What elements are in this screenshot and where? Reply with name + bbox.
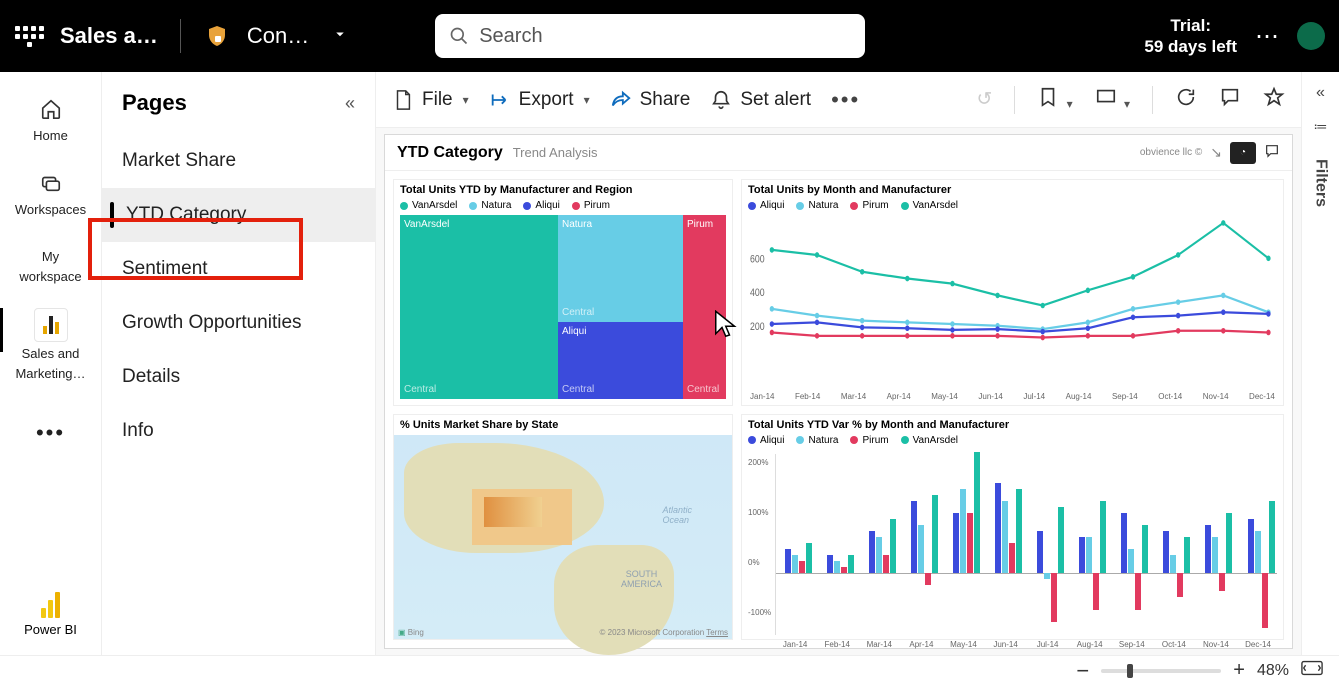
chevron-down-icon: ▾ <box>463 93 469 107</box>
collapse-pages-icon[interactable]: « <box>345 93 355 114</box>
tile-line-chart[interactable]: Total Units by Month and Manufacturer Al… <box>741 179 1284 406</box>
report-icon <box>34 308 68 342</box>
filters-label: Filters <box>1312 159 1330 207</box>
more-icon[interactable]: ⋯ <box>1255 22 1279 51</box>
powerbi-icon <box>41 592 60 618</box>
nav-active-app[interactable]: Sales and Marketing… <box>0 298 101 391</box>
bar-legend: Aliqui Natura Pirum VanArsdel <box>742 435 1283 450</box>
powerbi-label: Power BI <box>24 622 77 637</box>
line-title: Total Units by Month and Manufacturer <box>742 180 1283 200</box>
chevron-down-icon: ▾ <box>584 93 590 107</box>
svg-text:600: 600 <box>750 254 765 266</box>
logo-badge: ◔ <box>1230 142 1256 164</box>
report-title: YTD Category <box>397 144 503 161</box>
tile-map[interactable]: % Units Market Share by State Atlantic O… <box>393 414 733 641</box>
bar-title: Total Units YTD Var % by Month and Manuf… <box>742 415 1283 435</box>
app-launcher-icon[interactable] <box>14 21 44 51</box>
nav-home[interactable]: Home <box>0 84 101 154</box>
nav-workspaces[interactable]: Workspaces <box>0 158 101 228</box>
map-body[interactable]: Atlantic Ocean SOUTH AMERICA ▣ Bing © 20… <box>394 435 732 640</box>
nav-more[interactable]: ••• <box>0 396 101 456</box>
map-title: % Units Market Share by State <box>394 415 732 435</box>
report-canvas: YTD Category Trend Analysis obvience llc… <box>376 128 1301 655</box>
filters-pane-collapsed[interactable]: « ≔ Filters <box>1301 72 1339 655</box>
user-avatar[interactable] <box>1297 22 1325 50</box>
report-subtitle: Trend Analysis <box>513 145 598 160</box>
line-chart-plot: 200 400 600 <box>742 215 1283 392</box>
zoom-in-button[interactable]: + <box>1233 659 1245 682</box>
workspaces-icon <box>36 168 66 198</box>
left-nav-rail: Home Workspaces My workspace Sales and M… <box>0 72 102 655</box>
page-item-sentiment[interactable]: Sentiment <box>102 242 375 296</box>
tile-comment-icon[interactable] <box>1264 143 1280 162</box>
fit-to-page-icon[interactable] <box>1301 660 1323 681</box>
page-item-info[interactable]: Info <box>102 404 375 458</box>
pages-panel: Pages « Market Share YTD Category Sentim… <box>102 72 376 655</box>
file-menu[interactable]: File▾ <box>392 89 469 111</box>
line-x-axis: Jan-14Feb-14Mar-14Apr-14May-14Jun-14Jul-… <box>742 392 1283 405</box>
expand-filters-icon[interactable]: « <box>1316 84 1325 102</box>
bookmark-icon[interactable]: ▾ <box>1037 86 1072 114</box>
comment-icon[interactable] <box>1219 86 1241 114</box>
home-icon <box>36 94 66 124</box>
set-alert-button[interactable]: Set alert <box>710 89 811 111</box>
credit: obvience llc © <box>1140 147 1202 158</box>
file-icon <box>392 89 414 111</box>
trial-status[interactable]: Trial: 59 days left <box>1144 15 1237 58</box>
zoom-slider[interactable] <box>1101 669 1221 673</box>
chevron-down-icon[interactable] <box>331 25 349 48</box>
sensitivity-label[interactable]: Con… <box>247 23 309 49</box>
svg-text:200: 200 <box>750 321 765 333</box>
tile-bar-chart[interactable]: Total Units YTD Var % by Month and Manuf… <box>741 414 1284 641</box>
pages-title: Pages <box>122 90 187 116</box>
report-toolbar: File▾ Export▾ Share Set alert ••• ↺ ▾ ▾ <box>376 72 1301 128</box>
ellipsis-icon: ••• <box>36 420 65 446</box>
canvas-header: YTD Category Trend Analysis obvience llc… <box>385 135 1292 171</box>
page-item-growth[interactable]: Growth Opportunities <box>102 296 375 350</box>
export-icon <box>489 89 511 111</box>
treemap-title: Total Units YTD by Manufacturer and Regi… <box>394 180 732 200</box>
page-item-details[interactable]: Details <box>102 350 375 404</box>
favorite-icon[interactable] <box>1263 86 1285 114</box>
share-button[interactable]: Share <box>610 89 691 111</box>
app-name[interactable]: Sales a… <box>60 23 158 49</box>
share-icon <box>610 89 632 111</box>
pages-list: Market Share YTD Category Sentiment Grow… <box>102 134 375 458</box>
search-input[interactable]: Search <box>435 14 865 58</box>
search-placeholder: Search <box>479 25 542 48</box>
refresh-icon[interactable] <box>1175 86 1197 114</box>
tile-treemap[interactable]: Total Units YTD by Manufacturer and Regi… <box>393 179 733 406</box>
export-menu[interactable]: Export▾ <box>489 89 590 111</box>
reset-icon[interactable]: ↺ <box>976 88 992 111</box>
bar-y-axis: 200%100%0%-100% <box>748 454 775 636</box>
divider <box>180 19 181 53</box>
bell-icon <box>710 89 732 111</box>
line-legend: Aliqui Natura Pirum VanArsdel <box>742 200 1283 215</box>
treemap-legend: VanArsdel Natura Aliqui Pirum <box>394 200 732 215</box>
nav-my-workspace[interactable]: My workspace <box>0 231 101 294</box>
page-item-ytd-category[interactable]: YTD Category <box>102 188 375 242</box>
search-icon <box>449 26 469 46</box>
zoom-value: 48% <box>1257 662 1289 680</box>
page-item-market-share[interactable]: Market Share <box>102 134 375 188</box>
zoom-out-button[interactable]: − <box>1076 658 1089 684</box>
sensitivity-shield-icon <box>203 22 231 50</box>
bar-chart-plot: Jan-14Feb-14Mar-14Apr-14May-14Jun-14Jul-… <box>775 454 1277 636</box>
toolbar-more-icon[interactable]: ••• <box>831 87 860 113</box>
top-app-bar: Sales a… Con… Search Trial: 59 days left… <box>0 0 1339 72</box>
view-mode-icon[interactable]: ▾ <box>1095 86 1130 114</box>
status-bar: − + 48% <box>0 655 1339 685</box>
svg-text:400: 400 <box>750 287 765 299</box>
